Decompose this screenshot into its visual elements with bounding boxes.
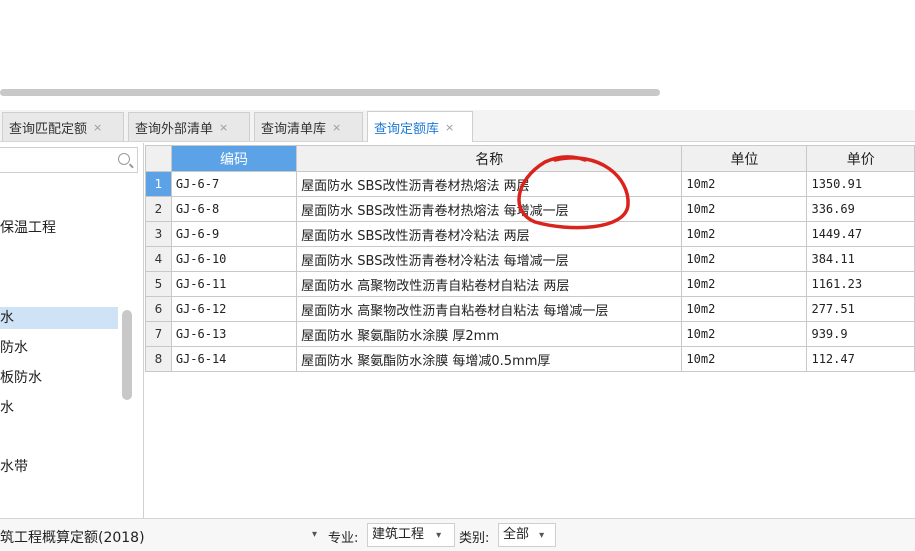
price-cell[interactable]: 112.47 — [806, 346, 915, 372]
top-horizontal-scrollbar[interactable] — [0, 87, 660, 97]
tree-item[interactable]: 板防水 — [0, 367, 118, 389]
name-cell[interactable]: 屋面防水 SBS改性沥青卷材热熔法 两层 — [296, 171, 683, 197]
name-cell[interactable]: 屋面防水 SBS改性沥青卷材热熔法 每增减一层 — [296, 196, 683, 222]
quota-library-select[interactable]: 筑工程概算定额(2018) — [0, 527, 145, 547]
quota-table: 编码 名称 单位 单价 1 GJ-6-7 屋面防水 SBS改性沥青卷材热熔法 两层 1… — [145, 145, 915, 372]
row-number-cell[interactable]: 3 — [145, 221, 172, 247]
name-cell[interactable]: 屋面防水 聚氨酯防水涂膜 每增减0.5mm厚 — [296, 346, 683, 372]
table-row[interactable]: 4 GJ-6-10 屋面防水 SBS改性沥青卷材冷粘法 每增减一层 10m2 384.1… — [145, 246, 915, 272]
code-cell[interactable]: GJ-6-7 — [170, 171, 298, 197]
tab-label: 查询清单库 — [261, 121, 327, 137]
code-cell[interactable]: GJ-6-8 — [170, 196, 298, 222]
code-cell[interactable]: GJ-6-14 — [170, 346, 298, 372]
table-header-row: 编码 名称 单位 单价 — [145, 145, 915, 172]
unit-cell[interactable]: 10m2 — [681, 196, 808, 222]
quota-grid-area: 编码 名称 单位 单价 1 GJ-6-7 屋面防水 SBS改性沥青卷材热熔法 两层 1… — [145, 143, 915, 518]
row-number-cell[interactable]: 4 — [145, 246, 172, 272]
price-cell[interactable]: 939.9 — [806, 321, 915, 347]
name-cell[interactable]: 屋面防水 高聚物改性沥青自粘卷材自粘法 两层 — [296, 271, 683, 297]
row-number-cell[interactable]: 5 — [145, 271, 172, 297]
unit-column-header[interactable]: 单位 — [681, 145, 808, 172]
code-cell[interactable]: GJ-6-11 — [170, 271, 298, 297]
close-icon[interactable]: × — [93, 121, 102, 134]
table-row[interactable]: 3 GJ-6-9 屋面防水 SBS改性沥青卷材冷粘法 两层 10m2 1449.47 — [145, 221, 915, 247]
price-cell[interactable]: 277.51 — [806, 296, 915, 322]
unit-cell[interactable]: 10m2 — [681, 321, 808, 347]
scrollbar-thumb[interactable] — [0, 89, 660, 96]
row-number-cell[interactable]: 1 — [145, 171, 172, 197]
table-row[interactable]: 7 GJ-6-13 屋面防水 聚氨酯防水涂膜 厚2mm 10m2 939.9 — [145, 321, 915, 347]
name-column-header[interactable]: 名称 — [296, 145, 683, 172]
tab-quota-library[interactable]: 查询定额库 × — [367, 111, 473, 142]
row-number-cell[interactable]: 2 — [145, 196, 172, 222]
unit-cell[interactable]: 10m2 — [681, 271, 808, 297]
tree-item[interactable]: 保温工程 — [0, 217, 120, 239]
tab-label: 查询外部清单 — [135, 121, 214, 137]
price-cell[interactable]: 1161.23 — [806, 271, 915, 297]
search-input[interactable] — [0, 147, 138, 173]
bottom-filter-bar: 筑工程概算定额(2018) ▾ 专业: 建筑工程 ▾ 类别: 全部 ▾ — [0, 518, 915, 551]
chevron-down-icon: ▾ — [436, 530, 442, 541]
name-cell[interactable]: 屋面防水 聚氨酯防水涂膜 厚2mm — [296, 321, 683, 347]
tab-label: 查询匹配定额 — [9, 121, 88, 137]
category-value: 全部 — [503, 527, 530, 542]
code-cell[interactable]: GJ-6-13 — [170, 321, 298, 347]
name-cell[interactable]: 屋面防水 SBS改性沥青卷材冷粘法 两层 — [296, 221, 683, 247]
unit-cell[interactable]: 10m2 — [681, 171, 808, 197]
close-icon[interactable]: × — [332, 121, 341, 134]
name-cell[interactable]: 屋面防水 SBS改性沥青卷材冷粘法 每增减一层 — [296, 246, 683, 272]
chevron-down-icon: ▾ — [539, 530, 545, 541]
specialty-value: 建筑工程 — [372, 527, 425, 542]
price-cell[interactable]: 336.69 — [806, 196, 915, 222]
price-cell[interactable]: 1350.91 — [806, 171, 915, 197]
table-row[interactable]: 5 GJ-6-11 屋面防水 高聚物改性沥青自粘卷材自粘法 两层 10m2 1161.2… — [145, 271, 915, 297]
specialty-label: 专业: — [328, 531, 359, 546]
row-number-header[interactable] — [145, 145, 172, 172]
tab-match-quota[interactable]: 查询匹配定额 × — [2, 112, 124, 141]
vertical-scrollbar-thumb[interactable] — [122, 310, 132, 400]
table-row[interactable]: 2 GJ-6-8 屋面防水 SBS改性沥青卷材热熔法 每增减一层 10m2 336.69 — [145, 196, 915, 222]
tree-item[interactable]: 防水 — [0, 337, 118, 359]
table-row[interactable]: 8 GJ-6-14 屋面防水 聚氨酯防水涂膜 每增减0.5mm厚 10m2 112.47 — [145, 346, 915, 372]
unit-cell[interactable]: 10m2 — [681, 346, 808, 372]
tab-label: 查询定额库 — [374, 121, 440, 137]
code-cell[interactable]: GJ-6-9 — [170, 221, 298, 247]
unit-cell[interactable]: 10m2 — [681, 246, 808, 272]
left-tree-panel: 保温工程 水 防水 板防水 水 水带 — [0, 143, 144, 518]
tree-item[interactable]: 水 — [0, 397, 118, 419]
tree-item-selected[interactable]: 水 — [0, 307, 118, 329]
tab-bar: 查询匹配定额 × 查询外部清单 × 查询清单库 × 查询定额库 × — [0, 110, 915, 142]
tree-item[interactable]: 水带 — [0, 456, 118, 478]
tab-list-library[interactable]: 查询清单库 × — [254, 112, 363, 141]
row-number-cell[interactable]: 8 — [145, 346, 172, 372]
row-number-cell[interactable]: 6 — [145, 296, 172, 322]
unit-cell[interactable]: 10m2 — [681, 221, 808, 247]
close-icon[interactable]: × — [219, 121, 228, 134]
chevron-down-icon[interactable]: ▾ — [312, 529, 317, 540]
close-icon[interactable]: × — [445, 121, 454, 134]
price-cell[interactable]: 384.11 — [806, 246, 915, 272]
table-row[interactable]: 1 GJ-6-7 屋面防水 SBS改性沥青卷材热熔法 两层 10m2 1350.91 — [145, 171, 915, 197]
table-row[interactable]: 6 GJ-6-12 屋面防水 高聚物改性沥青自粘卷材自粘法 每增减一层 10m2 277… — [145, 296, 915, 322]
specialty-select[interactable]: 建筑工程 ▾ — [367, 523, 455, 547]
price-column-header[interactable]: 单价 — [806, 145, 915, 172]
unit-cell[interactable]: 10m2 — [681, 296, 808, 322]
category-label: 类别: — [459, 531, 490, 546]
row-number-cell[interactable]: 7 — [145, 321, 172, 347]
tab-external-list[interactable]: 查询外部清单 × — [128, 112, 250, 141]
name-cell[interactable]: 屋面防水 高聚物改性沥青自粘卷材自粘法 每增减一层 — [296, 296, 683, 322]
search-icon[interactable] — [118, 153, 130, 165]
price-cell[interactable]: 1449.47 — [806, 221, 915, 247]
code-cell[interactable]: GJ-6-10 — [170, 246, 298, 272]
code-column-header[interactable]: 编码 — [170, 145, 298, 172]
code-cell[interactable]: GJ-6-12 — [170, 296, 298, 322]
category-select[interactable]: 全部 ▾ — [498, 523, 556, 547]
